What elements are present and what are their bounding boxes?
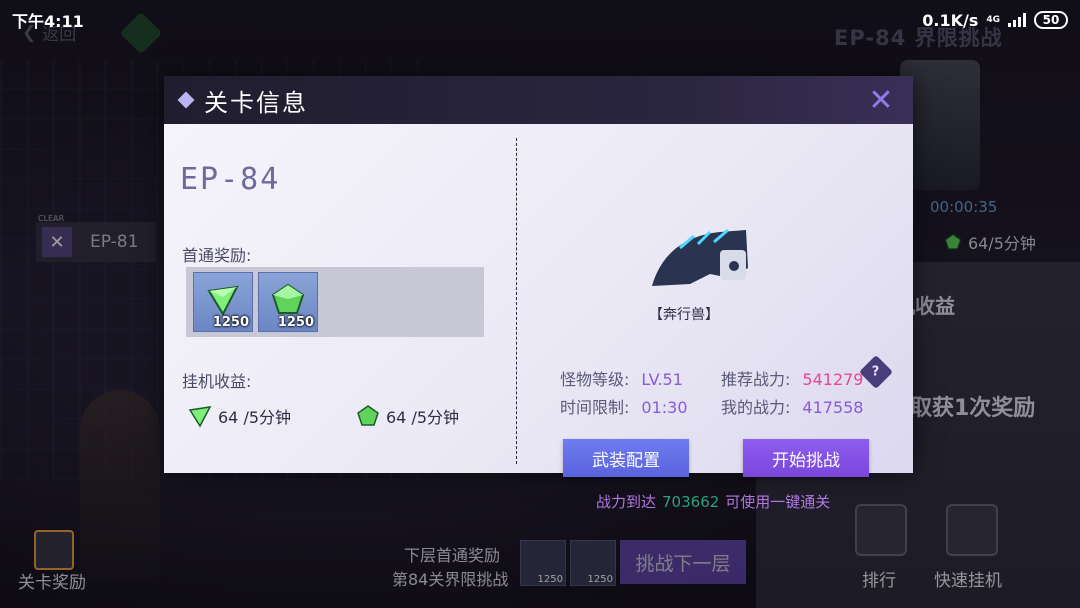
status-bar: 下午4:11 0.1K/s 4G 50 [0,0,1080,40]
dialog-header: 关卡信息 ✕ [164,76,913,124]
green-ore-icon [271,283,305,314]
green-ore-icon [357,405,379,426]
sweep-prefix: 战力到达 [596,493,657,511]
time-limit-value: 01:30 [641,398,688,417]
time-limit-row: 时间限制: 01:30 [560,394,688,418]
monster-name: 【奔行兽】 [649,307,719,323]
sweep-hint: 战力到达 703662 可使用一键通关 [596,491,830,512]
time-limit-label: 时间限制: [560,398,630,417]
recommended-power-value: 541279 [802,370,864,389]
section-divider [516,138,517,464]
network-type: 4G [986,15,1000,25]
sweep-power: 703662 [662,493,720,511]
battery-icon: 50 [1034,11,1068,29]
close-icon[interactable]: ✕ [865,83,897,118]
battery-level: 50 [1042,13,1060,27]
equip-config-button[interactable]: 武装配置 [563,439,689,477]
my-power-row: 我的战力: 417558 [721,394,863,418]
idle-income-item: 64 /5分钟 [188,404,291,428]
idle-income-label: 挂机收益: [182,372,252,391]
first-clear-reward-list: 1250 1250 [186,267,484,337]
diamond-icon [177,91,195,109]
green-crystal-icon [188,406,212,428]
recommended-power-label: 推荐战力: [721,370,791,389]
idle-income-text: 64 /5分钟 [386,408,460,427]
first-clear-reward-label: 首通奖励: [182,246,252,265]
recommended-power-row: 推荐战力: 541279 [721,366,863,390]
reward-qty: 1250 [277,315,314,330]
stage-code: EP-84 [180,162,281,197]
reward-item[interactable]: 1250 [258,272,318,332]
monster-level-value: LV.51 [641,370,683,389]
sweep-suffix: 可使用一键通关 [725,493,831,511]
help-icon[interactable]: ? [859,355,893,389]
my-power-value: 417558 [802,398,864,417]
monster-level-label: 怪物等级: [560,370,630,389]
reward-item[interactable]: 1250 [193,272,253,332]
network-speed: 0.1K/s [922,10,979,30]
idle-income-text: 64 /5分钟 [218,408,292,427]
monster-portrait [652,228,748,286]
dialog-body: EP-84 首通奖励: 1250 1250 挂机收益: 64 /5分钟 64 /… [164,124,913,511]
idle-income-item: 64 /5分钟 [356,404,459,428]
monster-level-row: 怪物等级: LV.51 [560,366,683,390]
green-crystal-icon [207,285,239,317]
my-power-label: 我的战力: [721,398,791,417]
status-indicators: 0.1K/s 4G 50 [922,11,1068,30]
signal-icon [1008,13,1026,27]
start-challenge-button[interactable]: 开始挑战 [743,439,869,477]
status-time: 下午4:11 [12,12,84,31]
reward-qty: 1250 [212,315,249,330]
stage-info-dialog: 关卡信息 ✕ EP-84 首通奖励: 1250 1250 挂机收益: 64 /5… [164,76,913,511]
dialog-title: 关卡信息 [204,88,308,117]
